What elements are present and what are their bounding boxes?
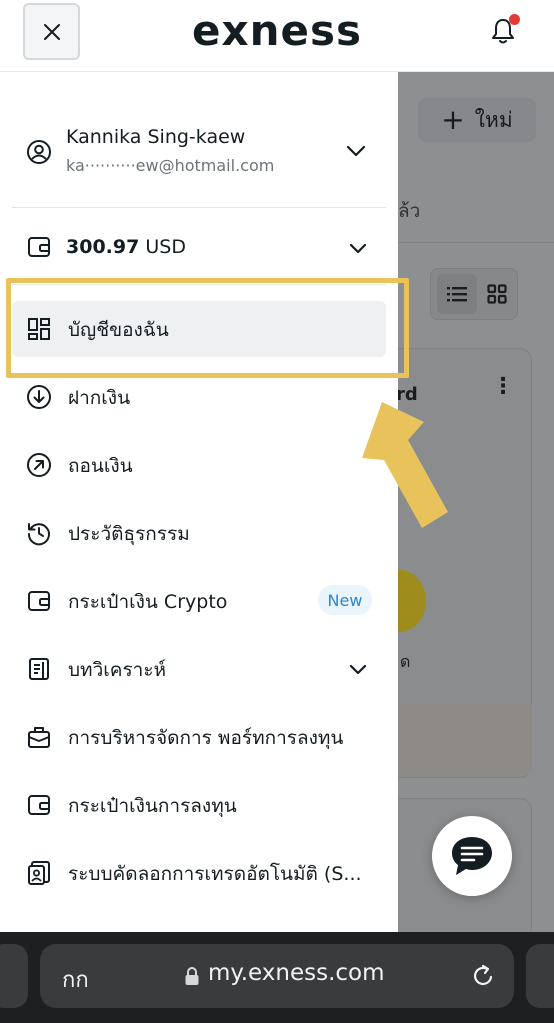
balance-currency: USD [145,236,186,258]
menu-label: กระเป๋าเงินการลงทุน [68,795,237,817]
user-profile-row[interactable]: Kannika Sing-kaew ka··········ew@hotmail… [0,108,398,194]
balance-row[interactable]: 300.97 USD [0,222,398,276]
next-tab-preview[interactable] [526,944,554,1008]
menu-label: ระบบคัดลอกการเทรดอัตโนมัติ (S... [68,863,362,885]
exness-logo[interactable]: exness [0,6,554,55]
app-header: exness [0,0,554,72]
menu-label: กระเป๋าเงิน Crypto [68,591,228,613]
side-drawer: Kannika Sing-kaew ka··········ew@hotmail… [0,72,398,932]
copy-trading-icon [28,861,50,885]
menu-item-copy-trading[interactable]: ระบบคัดลอกการเทรดอัตโนมัติ (S... [12,845,386,901]
menu-label: การบริหารจัดการ พอร์ทการลงทุน [68,727,344,749]
analytics-icon [29,658,49,680]
user-name: Kannika Sing-kaew [66,126,246,148]
view-toggle [430,268,518,320]
menu-label: บทวิเคราะห์ [68,659,167,681]
more-icon: ⋮ [492,374,514,399]
menu-label: ฝากเงิน [68,387,131,409]
reload-icon[interactable] [470,963,496,989]
list-view-icon [437,274,477,314]
lock-icon [185,967,199,985]
plus-icon: + [441,103,465,136]
previous-tab-preview[interactable] [0,944,28,1008]
withdraw-icon [27,453,51,477]
chevron-down-icon [346,145,366,157]
menu-label: ถอนเงิน [68,455,133,477]
new-account-button: + ใหม่ [418,98,536,142]
arrow-icon [362,402,448,528]
address-bar[interactable]: กก my.exness.com [40,944,514,1008]
menu-item-crypto-wallet[interactable]: กระเป๋าเงิน Crypto New [12,573,386,629]
divider [12,207,386,208]
balance-amount: 300.97 [66,236,140,258]
background-text: ล้ว [398,200,421,222]
new-badge: New [318,585,372,615]
highlight-box [6,278,409,378]
history-icon [27,523,50,546]
text-size-button[interactable]: กก [62,962,89,997]
chevron-down-icon [349,243,367,254]
grid-view-icon [479,274,515,314]
menu-item-withdraw[interactable]: ถอนเงิน [12,437,386,493]
deposit-icon [27,385,51,409]
menu-item-investment-wallet[interactable]: กระเป๋าเงินการลงทุน [12,777,386,833]
menu-item-analytics[interactable]: บทวิเคราะห์ [12,641,386,697]
notification-dot [509,14,520,25]
new-account-label: ใหม่ [474,107,513,132]
menu-item-portfolio-management[interactable]: การบริหารจัดการ พอร์ทการลงทุน [12,709,386,765]
chat-button[interactable] [432,816,512,896]
user-icon [27,140,51,164]
balance-text: 300.97 USD [66,236,186,258]
background-banner [398,704,532,774]
portfolio-icon [28,727,50,748]
wallet-icon [28,795,50,815]
browser-bottom-bar: กก my.exness.com [0,932,554,1023]
chevron-down-icon [349,664,367,675]
wallet-icon [28,237,50,257]
chat-icon [452,837,492,875]
user-email: ka··········ew@hotmail.com [66,156,275,175]
background-divider [398,242,554,243]
url-text: my.exness.com [208,960,385,986]
background-action-label: ด [400,652,411,671]
menu-item-transaction-history[interactable]: ประวัติธุรกรรม [12,505,386,561]
wallet-icon [28,591,50,611]
menu-label: ประวัติธุรกรรม [68,523,190,545]
